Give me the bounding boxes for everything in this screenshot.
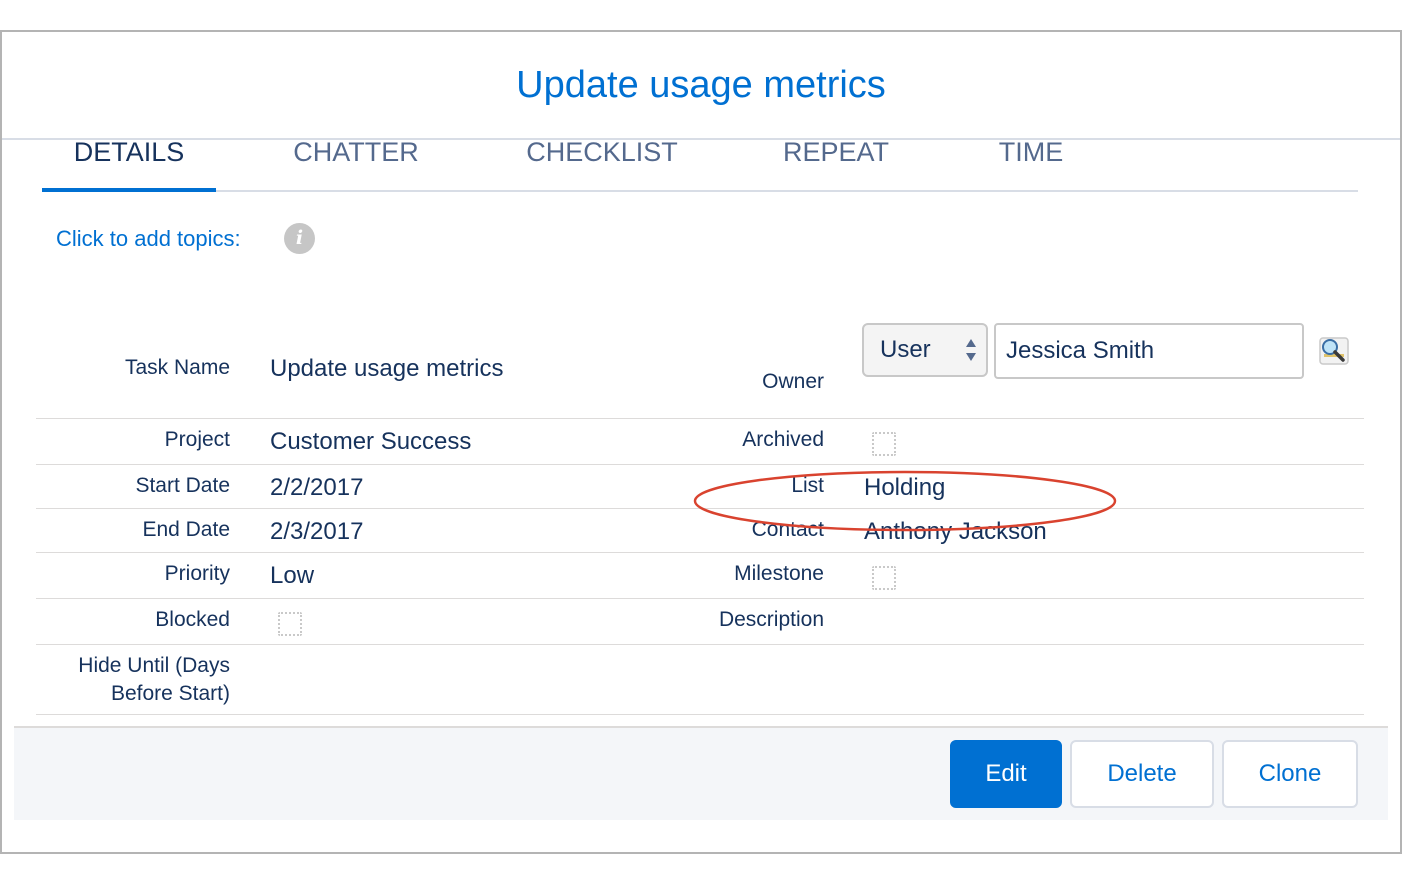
row-divider [36, 644, 1364, 645]
row-divider [36, 508, 1364, 509]
task-name-label: Task Name [124, 356, 230, 379]
row-divider [36, 464, 1364, 465]
start-date-value: 2/2/2017 [270, 474, 364, 501]
milestone-label: Milestone [734, 562, 824, 585]
tab-repeat[interactable]: REPEAT [776, 116, 896, 192]
blocked-checkbox[interactable] [278, 612, 302, 636]
end-date-value: 2/3/2017 [270, 518, 364, 545]
blocked-label: Blocked [155, 608, 230, 631]
info-icon[interactable]: i [284, 223, 315, 254]
tab-bar: DETAILS CHATTER CHECKLIST REPEAT TIME [42, 116, 1358, 192]
row-divider [36, 714, 1364, 715]
project-label: Project [164, 428, 230, 451]
tab-time[interactable]: TIME [988, 116, 1074, 192]
tab-chatter[interactable]: CHATTER [284, 116, 428, 192]
owner-name-input[interactable] [994, 323, 1304, 379]
description-label: Description [718, 608, 824, 631]
tab-checklist[interactable]: CHECKLIST [520, 116, 684, 192]
select-arrows-icon [966, 339, 976, 361]
priority-label: Priority [164, 562, 230, 585]
hide-until-label-line1: Hide Until (Days [78, 654, 230, 677]
contact-label: Contact [751, 518, 824, 541]
row-divider [36, 552, 1364, 553]
archived-label: Archived [742, 428, 824, 451]
archived-checkbox[interactable] [872, 432, 896, 456]
owner-type-selected: User [880, 336, 931, 363]
end-date-label: End Date [142, 518, 230, 541]
owner-type-select[interactable]: User [862, 323, 988, 377]
tab-details[interactable]: DETAILS [42, 116, 216, 192]
row-divider [36, 418, 1364, 419]
priority-value: Low [270, 562, 315, 589]
start-date-label: Start Date [135, 474, 230, 497]
task-name-value: Update usage metrics [270, 355, 504, 382]
contact-value[interactable]: Anthony Jackson [864, 518, 1047, 546]
milestone-checkbox[interactable] [872, 566, 896, 590]
row-divider [36, 598, 1364, 599]
hide-until-label-line2: Before Start) [110, 682, 230, 705]
project-value: Customer Success [270, 428, 472, 455]
lookup-magnifier-icon[interactable] [1316, 334, 1352, 368]
add-topics-link[interactable]: Click to add topics: [56, 226, 241, 252]
owner-label: Owner [762, 370, 824, 393]
edit-button[interactable]: Edit [950, 740, 1062, 808]
delete-button[interactable]: Delete [1070, 740, 1214, 808]
list-value: Holding [864, 474, 946, 501]
clone-button[interactable]: Clone [1222, 740, 1358, 808]
modal-title: Update usage metrics [516, 63, 886, 106]
list-label: List [791, 474, 824, 497]
